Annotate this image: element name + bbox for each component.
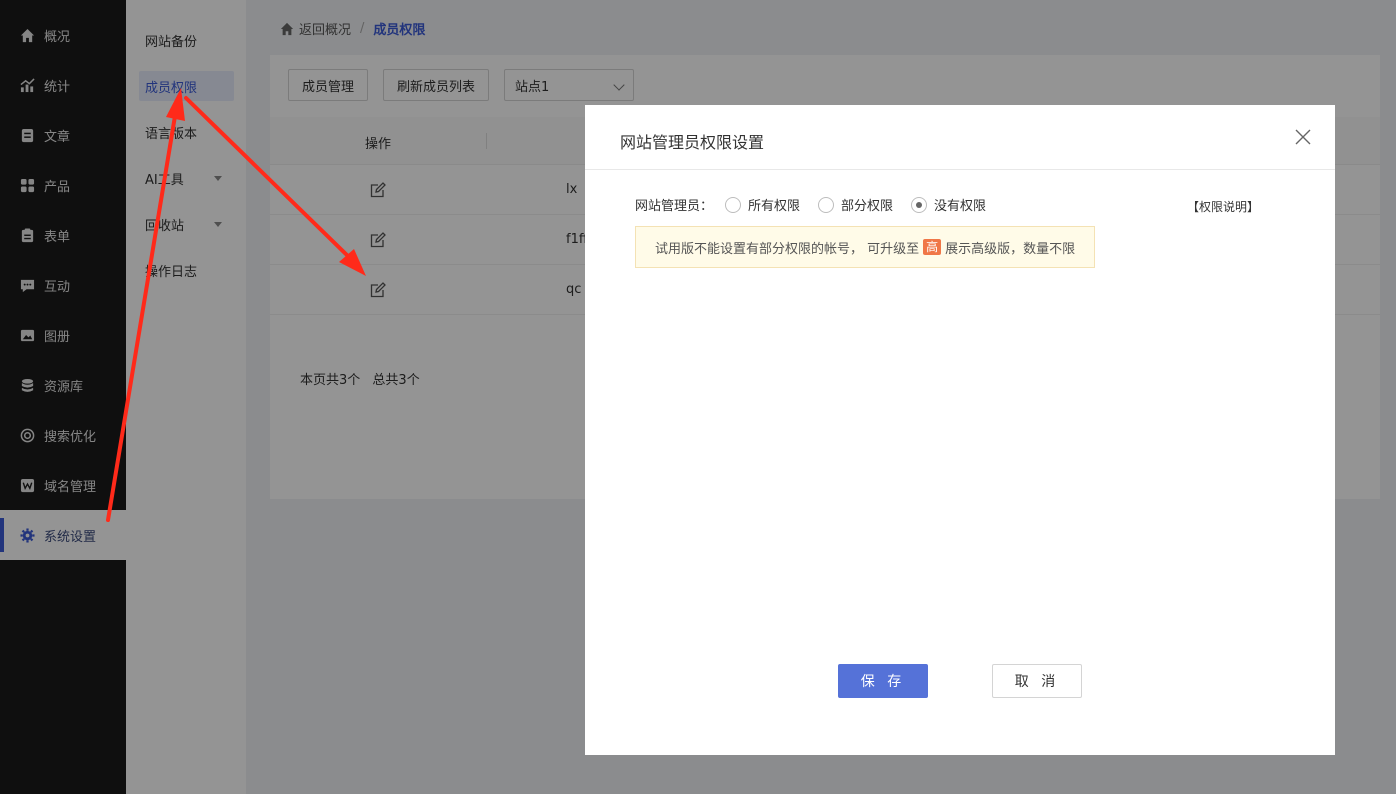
radio-circle-checked[interactable] <box>911 196 928 213</box>
radio-label: 没有权限 <box>934 199 987 214</box>
upgrade-badge[interactable]: 高 <box>923 239 942 255</box>
radio-no-permissions[interactable]: 没有权限 <box>911 195 986 214</box>
close-icon[interactable] <box>1293 127 1313 147</box>
radio-label: 部分权限 <box>841 199 894 214</box>
dialog-divider <box>585 169 1335 170</box>
admin-permission-group: 网站管理员： 所有权限 部分权限 没有权限 <box>635 195 1004 214</box>
notice-text: 试用版不能设置有部分权限的帐号， 可升级至 <box>655 241 920 257</box>
cancel-button[interactable]: 取 消 <box>992 664 1082 698</box>
radio-label: 所有权限 <box>748 199 801 214</box>
permission-help-link[interactable]: 【权限说明】 <box>1187 198 1259 215</box>
admin-permission-label: 网站管理员： <box>635 199 714 214</box>
radio-all-permissions[interactable]: 所有权限 <box>725 195 800 214</box>
radio-partial-permissions[interactable]: 部分权限 <box>818 195 893 214</box>
notice-text-after: 展示高级版，数量不限 <box>945 241 1076 257</box>
save-button[interactable]: 保 存 <box>838 664 928 698</box>
radio-circle[interactable] <box>725 196 742 213</box>
radio-circle[interactable] <box>818 196 835 213</box>
dialog-title: 网站管理员权限设置 <box>620 133 765 152</box>
permission-settings-dialog: 网站管理员权限设置 网站管理员： 所有权限 部分权限 没有权限 【权限说明】 试… <box>585 105 1335 755</box>
trial-notice: 试用版不能设置有部分权限的帐号， 可升级至 高 展示高级版，数量不限 <box>635 226 1095 268</box>
